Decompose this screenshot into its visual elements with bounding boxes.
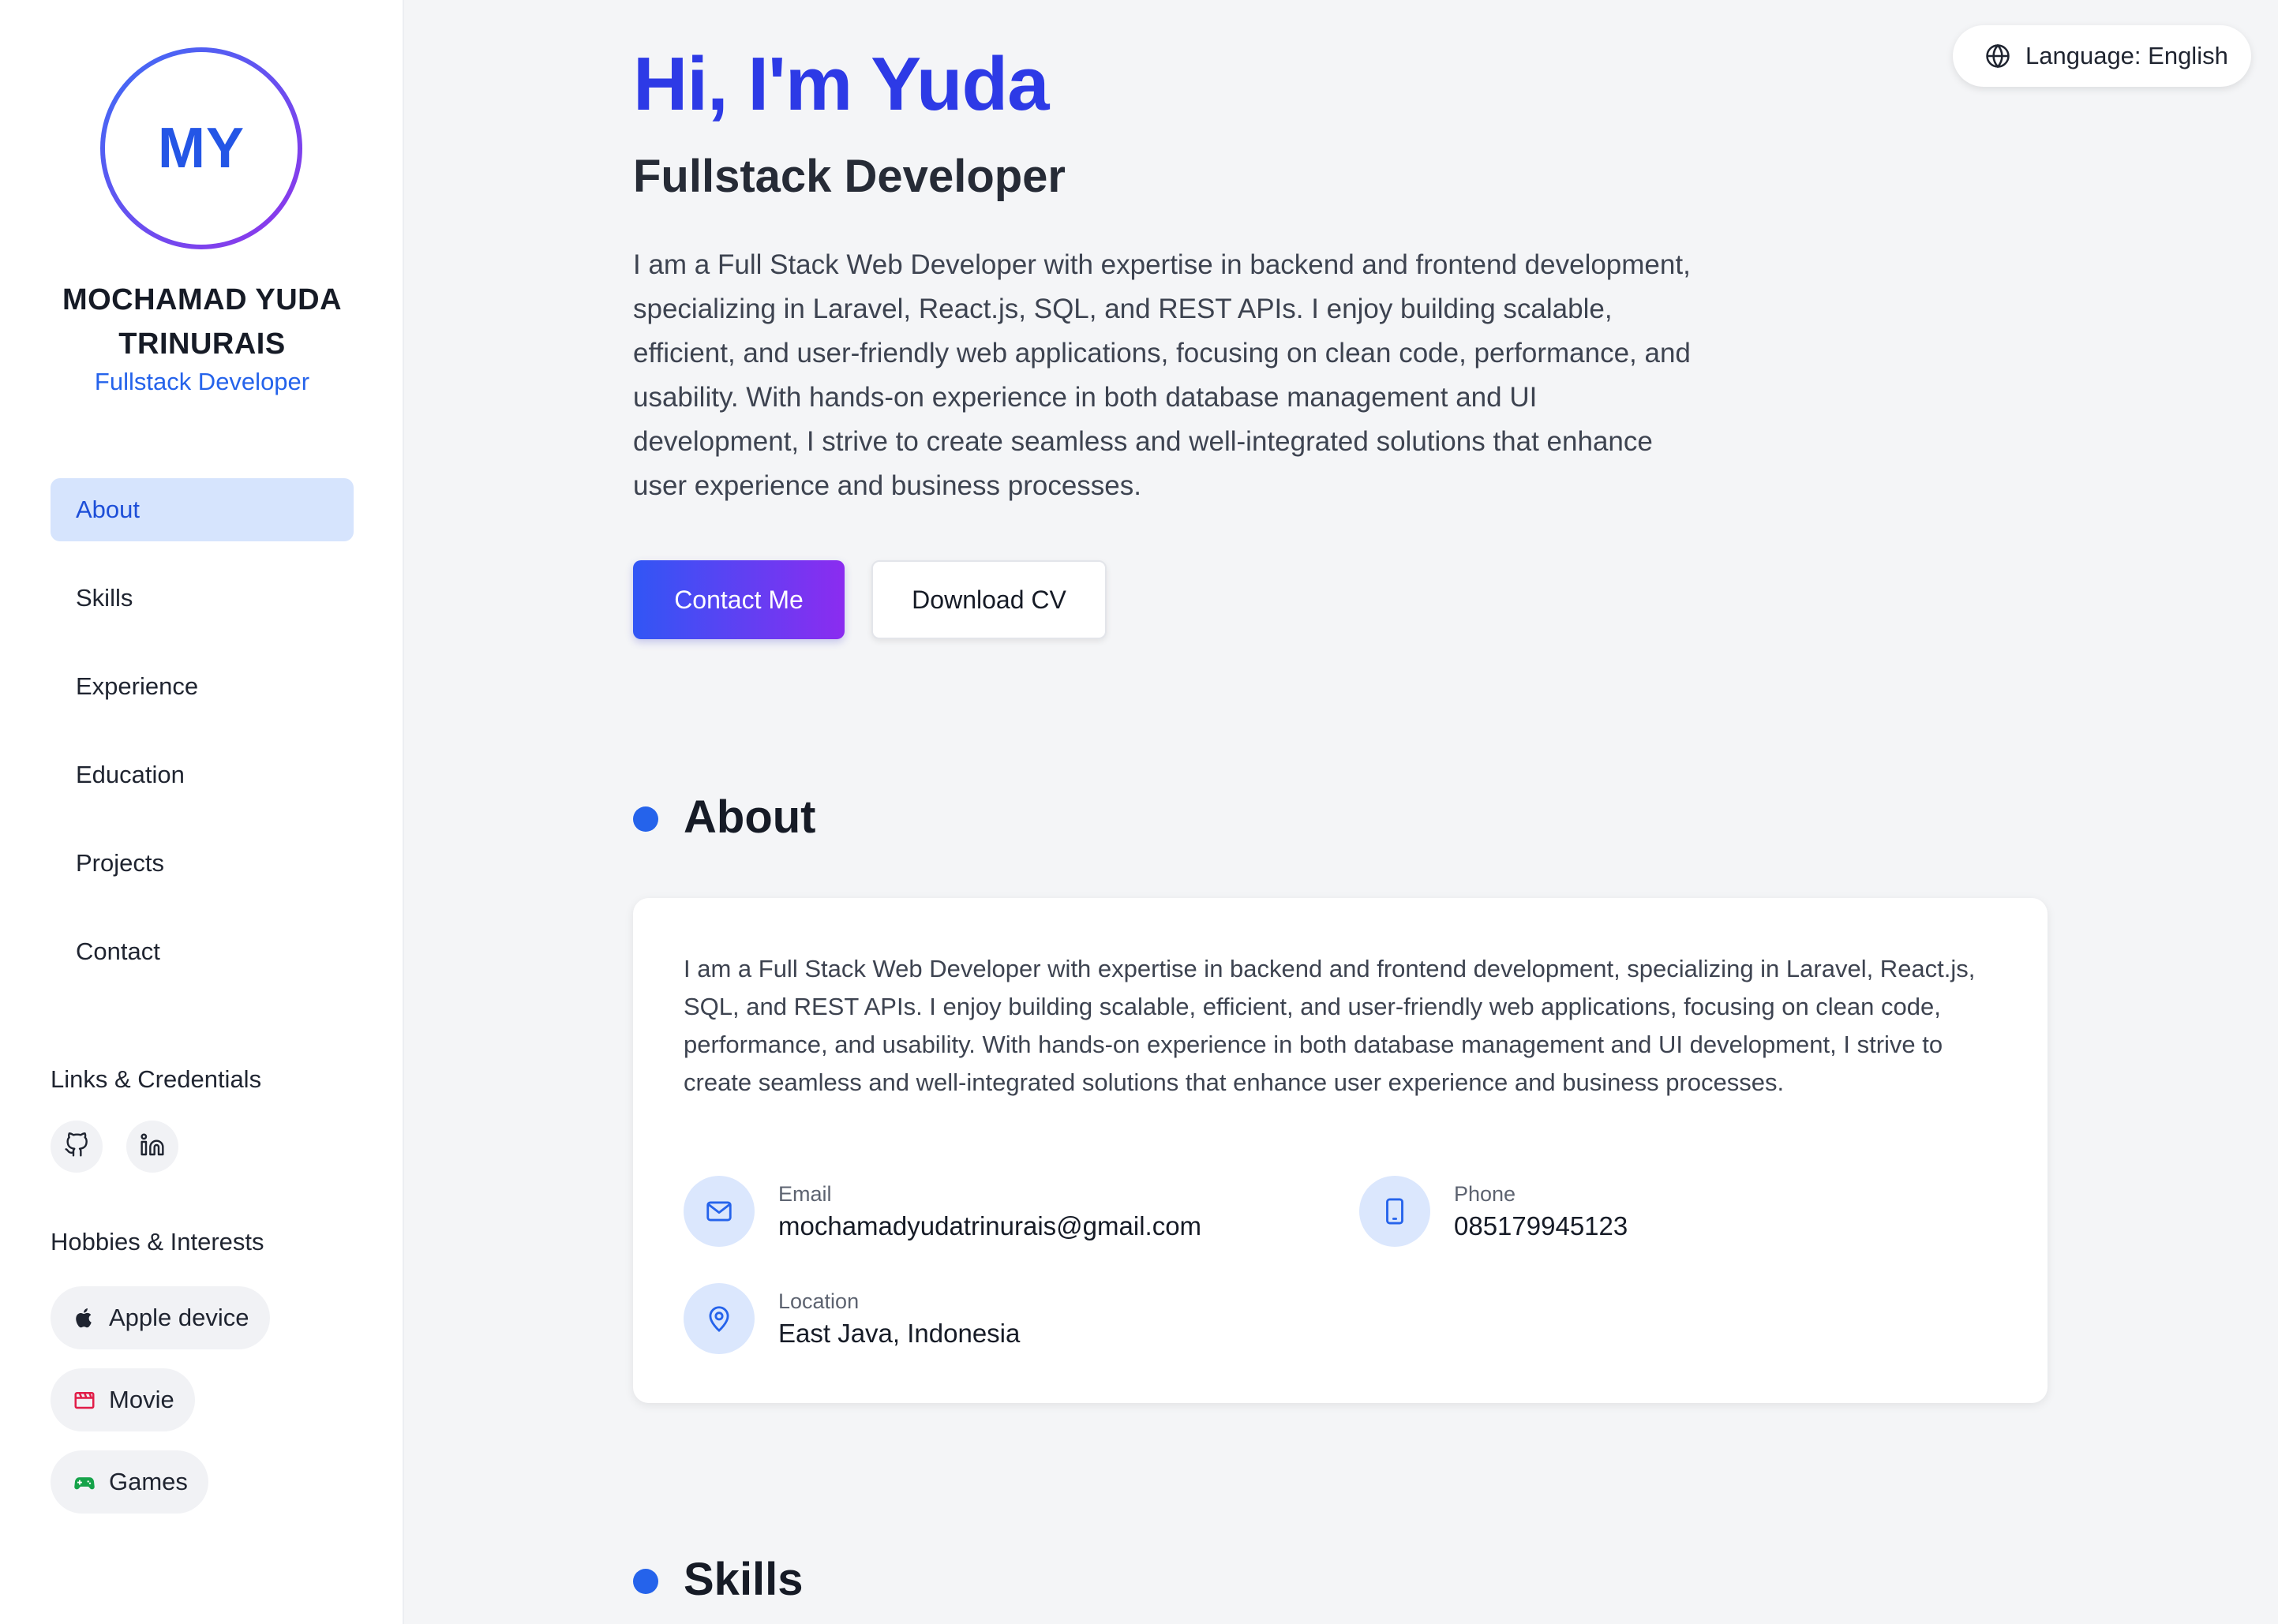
nav-item-experience[interactable]: Experience — [51, 655, 354, 718]
hobbies-heading: Hobbies & Interests — [51, 1228, 264, 1255]
map-pin-icon — [684, 1283, 755, 1354]
location-label: Location — [778, 1289, 860, 1313]
nav-item-projects[interactable]: Projects — [51, 832, 354, 895]
nav-item-education[interactable]: Education — [51, 743, 354, 806]
skills-section-title: Skills — [684, 1554, 804, 1605]
clapperboard-icon — [71, 1386, 98, 1413]
github-link[interactable] — [51, 1121, 103, 1173]
mail-icon — [684, 1176, 755, 1247]
nav-item-skills[interactable]: Skills — [51, 567, 354, 630]
download-cv-button[interactable]: Download CV — [871, 560, 1107, 639]
phone-info: Phone 085179945123 — [1359, 1176, 1628, 1247]
sidebar-nav: About Skills Experience Education Projec… — [51, 478, 354, 1008]
sidebar: MY MOCHAMAD YUDA TRINURAIS Fullstack Dev… — [0, 0, 404, 1624]
globe-icon — [1984, 43, 2025, 69]
gamepad-icon — [71, 1469, 98, 1495]
profile-role: Fullstack Developer — [94, 368, 310, 395]
profile-name: MOCHAMAD YUDA TRINURAIS — [62, 283, 343, 361]
language-button[interactable]: Language: English — [1953, 25, 2251, 87]
github-icon — [64, 1132, 89, 1162]
avatar: MY — [100, 47, 302, 249]
email-label: Email — [778, 1181, 832, 1206]
phone-value[interactable]: 085179945123 — [1454, 1211, 1628, 1241]
hobby-label: Apple device — [109, 1304, 249, 1331]
phone-label: Phone — [1454, 1181, 1516, 1206]
hobby-games: Games — [51, 1450, 208, 1514]
links-heading: Links & Credentials — [51, 1065, 262, 1093]
language-label: Language: English — [2025, 42, 2228, 69]
apple-icon — [71, 1304, 98, 1331]
phone-icon — [1359, 1176, 1430, 1247]
location-info: Location East Java, Indonesia — [684, 1283, 1020, 1354]
hobby-label: Movie — [109, 1386, 174, 1413]
section-bullet — [633, 806, 658, 832]
about-card: I am a Full Stack Web Developer with exp… — [633, 898, 2048, 1403]
avatar-initials: MY — [105, 52, 298, 245]
nav-item-contact[interactable]: Contact — [51, 920, 354, 983]
hero-title: Hi, I'm Yuda — [633, 42, 1050, 126]
section-bullet — [633, 1569, 658, 1594]
hobby-label: Games — [109, 1468, 188, 1495]
linkedin-icon — [140, 1132, 165, 1162]
linkedin-link[interactable] — [126, 1121, 178, 1173]
email-info: Email mochamadyudatrinurais@gmail.com — [684, 1176, 1201, 1247]
about-text: I am a Full Stack Web Developer with exp… — [684, 955, 1976, 1096]
hero-subtitle: Fullstack Developer — [633, 151, 1066, 202]
hobby-apple-device: Apple device — [51, 1286, 270, 1349]
hobby-movie: Movie — [51, 1368, 195, 1431]
hero-description: I am a Full Stack Web Developer with exp… — [633, 249, 1691, 501]
location-value: East Java, Indonesia — [778, 1318, 1021, 1348]
about-section-title: About — [684, 791, 816, 843]
nav-item-about[interactable]: About — [51, 478, 354, 541]
contact-me-button[interactable]: Contact Me — [633, 560, 845, 639]
email-value[interactable]: mochamadyudatrinurais@gmail.com — [778, 1211, 1201, 1241]
